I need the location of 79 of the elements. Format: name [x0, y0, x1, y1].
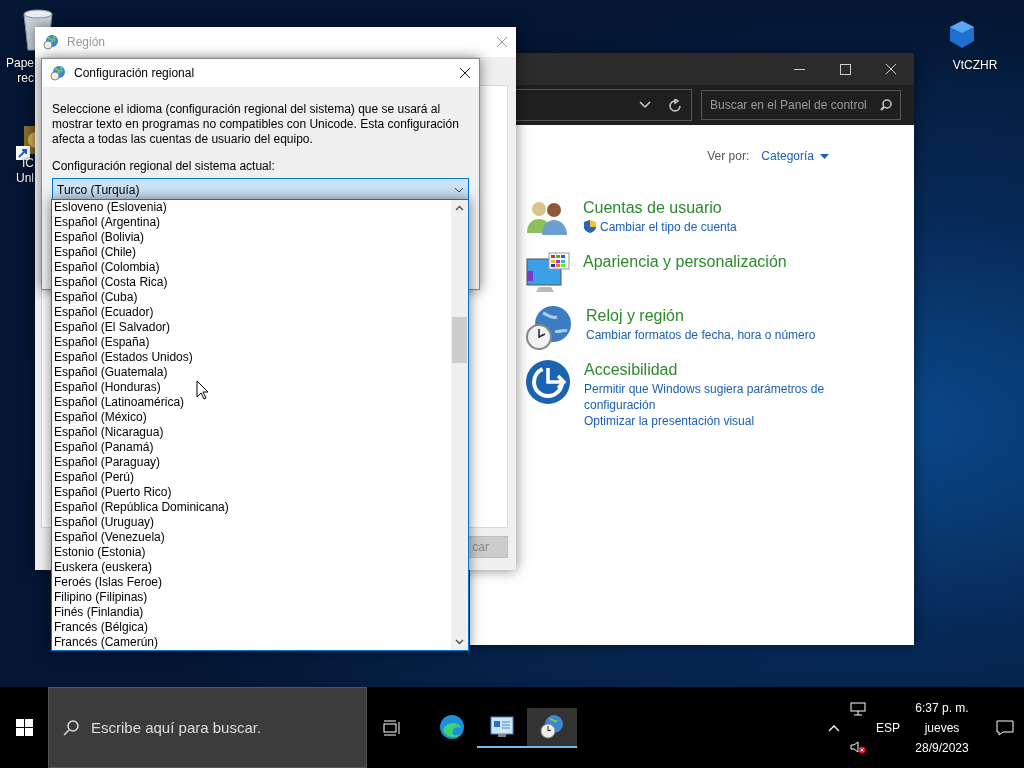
list-option[interactable]: Español (Colombia) [52, 260, 451, 275]
category-link[interactable]: Optimizar la presentación visual [584, 413, 755, 429]
caret-icon[interactable] [820, 153, 829, 159]
category-title[interactable]: Apariencia y personalización [583, 251, 787, 273]
window-title: Región [67, 35, 106, 49]
search-field[interactable]: Buscar en el Panel de control [701, 90, 901, 120]
taskbar-app-button[interactable] [527, 707, 577, 748]
browser-icon [439, 713, 465, 740]
close-icon[interactable] [459, 67, 471, 79]
task-view-icon[interactable] [383, 719, 401, 736]
dialog-title: Configuración regional [74, 66, 195, 80]
chevron-up-icon[interactable] [828, 723, 840, 732]
globe-icon [50, 65, 66, 81]
windows-start-icon[interactable] [15, 719, 33, 736]
list-option[interactable]: Español (Costa Rica) [52, 275, 451, 290]
list-option[interactable]: Español (Honduras) [52, 380, 451, 395]
category-link[interactable]: Permitir que Windows sugiera parámetros de configuración [584, 381, 834, 413]
list-option[interactable]: Español (México) [52, 410, 451, 425]
maximize-icon[interactable] [839, 63, 851, 75]
view-by-dropdown[interactable]: Categoría [761, 149, 829, 163]
list-option[interactable]: Español (España) [52, 335, 451, 350]
network-icon[interactable] [850, 701, 866, 716]
list-option[interactable]: Francés (Bélgica) [52, 620, 451, 635]
globe-clock-icon [525, 305, 573, 351]
list-option[interactable]: Finés (Finlandia) [52, 605, 451, 620]
description-text: Seleccione el idioma (configuración regional del sistema) que se usará al mostrar texto en programas no compatibles con Unicode. Esta configuración afecta a todas las cuentas de usuario del equipo. [52, 102, 460, 147]
category-link[interactable]: Cambiar formatos de fecha, hora o número [586, 327, 816, 343]
view-by-label: Ver por: [707, 149, 750, 163]
list-option[interactable]: Filipino (Filipinas) [52, 590, 451, 605]
scroll-thumb[interactable] [452, 317, 467, 363]
accessibility-icon [525, 359, 571, 405]
clock-day[interactable]: jueves [924, 720, 960, 735]
list-option[interactable]: Euskera (euskera) [52, 560, 451, 575]
category-title[interactable]: Reloj y región [586, 305, 836, 327]
list-option[interactable]: Español (Perú) [52, 470, 451, 485]
list-option[interactable]: Español (Guatemala) [52, 365, 451, 380]
list-option[interactable]: Español (Latinoamérica) [52, 395, 451, 410]
list-option[interactable]: Francés (Camerún) [52, 635, 451, 650]
mouse-cursor-icon [196, 380, 209, 400]
list-option[interactable]: Español (Uruguay) [52, 515, 451, 530]
notification-icon[interactable] [996, 719, 1014, 736]
language-indicator[interactable]: ESP [876, 720, 900, 735]
scrollbar[interactable] [451, 200, 468, 650]
list-option[interactable]: Español (Chile) [52, 245, 451, 260]
list-option[interactable]: Español (Estados Unidos) [52, 350, 451, 365]
taskbar-search-field[interactable]: Escribe aquí para buscar. [48, 687, 367, 768]
list-option[interactable]: Español (Paraguay) [52, 455, 451, 470]
list-option[interactable]: Español (Bolivia) [52, 230, 451, 245]
globe-clock-icon [539, 713, 565, 740]
desktop-icon-label[interactable]: rec [17, 71, 34, 85]
list-option[interactable]: Esloveno (Eslovenia) [52, 200, 451, 215]
desktop-icon-label[interactable]: VtCZHR [952, 58, 998, 72]
category-title[interactable]: Accesibilidad [584, 359, 834, 381]
control-panel-icon [490, 715, 514, 738]
category-title[interactable]: Cuentas de usuario [583, 197, 833, 219]
locale-dropdown[interactable]: Turco (Turquía) [52, 178, 469, 202]
globe-icon [43, 34, 59, 50]
volume-muted-icon[interactable] [850, 739, 866, 754]
list-option[interactable]: Español (Puerto Rico) [52, 485, 451, 500]
list-option[interactable]: Español (Panamá) [52, 440, 451, 455]
list-option[interactable]: Feroés (Islas Feroe) [52, 575, 451, 590]
refresh-icon[interactable] [669, 98, 681, 112]
search-icon[interactable] [880, 99, 892, 111]
list-option[interactable]: Español (El Salvador) [52, 320, 451, 335]
list-option[interactable]: Español (República Dominicana) [52, 500, 451, 515]
category-link[interactable]: Cambiar el tipo de cuenta [600, 219, 737, 235]
minimize-icon[interactable] [793, 68, 805, 70]
list-option[interactable]: Español (Nicaragua) [52, 425, 451, 440]
list-option[interactable]: Español (Argentina) [52, 215, 451, 230]
list-option[interactable]: Español (Ecuador) [52, 305, 451, 320]
desktop-icon-label[interactable]: Unl [16, 171, 34, 185]
shield-icon [583, 219, 597, 234]
search-icon[interactable] [63, 719, 79, 736]
list-option[interactable]: Español (Cuba) [52, 290, 451, 305]
desktop-icon-label[interactable]: Pape [5, 56, 34, 70]
chevron-down-icon[interactable] [454, 187, 464, 193]
field-label: Configuración regional del sistema actual: [52, 159, 276, 174]
clock-date[interactable]: 28/9/2023 [915, 740, 969, 755]
clock-time[interactable]: 6:37 p. m. [915, 700, 969, 715]
